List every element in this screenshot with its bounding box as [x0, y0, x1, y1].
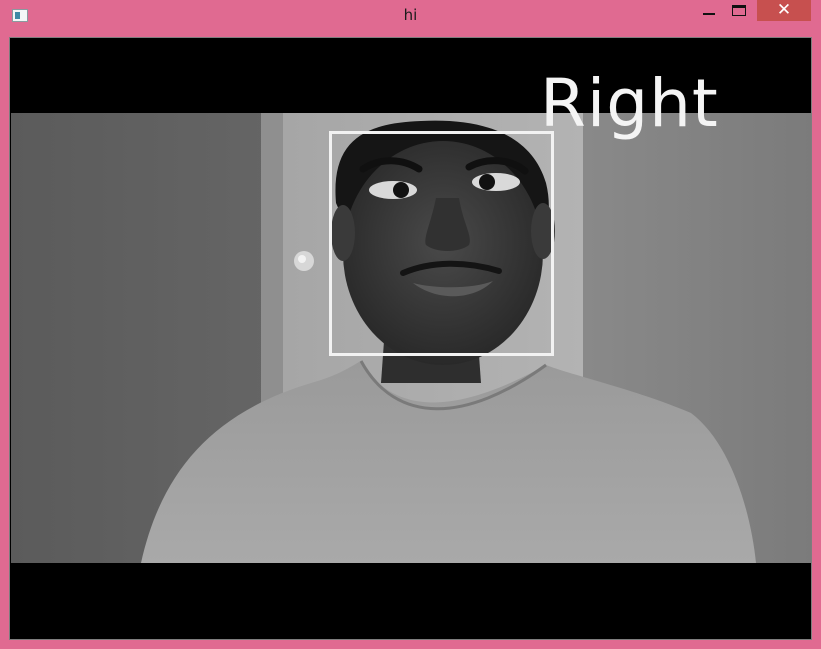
- app-window: hi ✕ Right: [0, 0, 821, 649]
- maximize-button[interactable]: [727, 0, 753, 21]
- face-detection-box: [329, 131, 554, 356]
- title-bar[interactable]: hi ✕: [0, 0, 821, 31]
- minimize-button[interactable]: [698, 0, 722, 21]
- video-frame: Right: [9, 37, 812, 640]
- gaze-direction-label: Right: [540, 65, 719, 142]
- close-icon: ✕: [776, 0, 792, 20]
- close-button[interactable]: ✕: [757, 0, 811, 21]
